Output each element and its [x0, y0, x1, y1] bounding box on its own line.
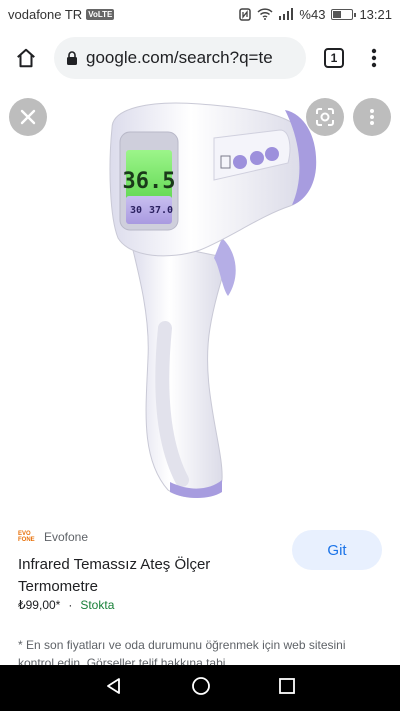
source-row[interactable]: EVO FONE Evofone — [18, 530, 88, 544]
battery-percent: %43 — [299, 6, 326, 22]
url-text: google.com/search?q=te — [86, 48, 273, 67]
stock-status: Stokta — [80, 598, 115, 612]
signal-icon — [279, 8, 294, 20]
home-circle-icon — [192, 676, 210, 695]
status-left: vodafone TR VoLTE — [8, 6, 115, 22]
lcd-main-reading: 36.5 — [123, 169, 176, 194]
recents-button[interactable] — [278, 677, 296, 700]
image-viewer: 36.5 30 37.0 — [0, 88, 400, 510]
tab-switcher-button[interactable]: 1 — [314, 38, 354, 78]
address-bar[interactable]: google.com/search?q=te — [54, 37, 306, 79]
lens-search-button[interactable] — [306, 98, 344, 136]
source-logo: EVO FONE — [18, 531, 35, 543]
tab-count: 1 — [324, 48, 344, 68]
recents-square-icon — [279, 677, 296, 694]
nfc-icon — [239, 7, 252, 21]
status-right: %43 13:21 — [239, 7, 392, 22]
vertical-dots-icon — [370, 109, 374, 125]
volte-badge: VoLTE — [86, 8, 115, 20]
visit-button[interactable]: Git — [292, 530, 382, 570]
lock-icon — [67, 50, 77, 65]
home-nav-button[interactable] — [191, 676, 211, 701]
separator: · — [68, 598, 73, 612]
lcd-sub-right: 37.0 — [149, 205, 173, 216]
home-icon — [17, 48, 35, 68]
price-row: ₺99,00* · Stokta — [18, 598, 114, 612]
browser-toolbar: google.com/search?q=te 1 — [0, 28, 400, 88]
lcd-sub-left: 30 — [130, 205, 142, 216]
device-button-3 — [265, 147, 279, 161]
clock: 13:21 — [359, 6, 392, 22]
close-icon — [20, 109, 36, 125]
menu-button[interactable] — [354, 38, 394, 78]
battery-icon — [331, 8, 357, 20]
thermometer-image: 36.5 30 37.0 — [109, 102, 317, 498]
vertical-dots-icon — [371, 48, 377, 68]
carrier-name: vodafone TR — [8, 6, 83, 22]
back-triangle-icon — [106, 677, 120, 694]
more-options-button[interactable] — [353, 98, 391, 136]
source-name: Evofone — [44, 530, 89, 544]
status-bar: vodafone TR VoLTE %43 13:21 — [0, 0, 400, 28]
home-button[interactable] — [6, 38, 46, 78]
system-nav-bar — [0, 665, 400, 711]
back-button[interactable] — [104, 676, 124, 701]
device-button-1 — [233, 155, 247, 169]
battery-level — [333, 10, 341, 18]
wifi-icon — [257, 8, 273, 20]
price: ₺99,00* — [18, 598, 61, 612]
close-button[interactable] — [9, 98, 47, 136]
product-panel: EVO FONE Evofone Infrared Temassız Ateş … — [0, 510, 400, 670]
product-title[interactable]: Infrared Temassız Ateş Ölçer Termometre — [18, 554, 278, 598]
device-button-2 — [250, 151, 264, 165]
lens-icon — [316, 108, 334, 126]
